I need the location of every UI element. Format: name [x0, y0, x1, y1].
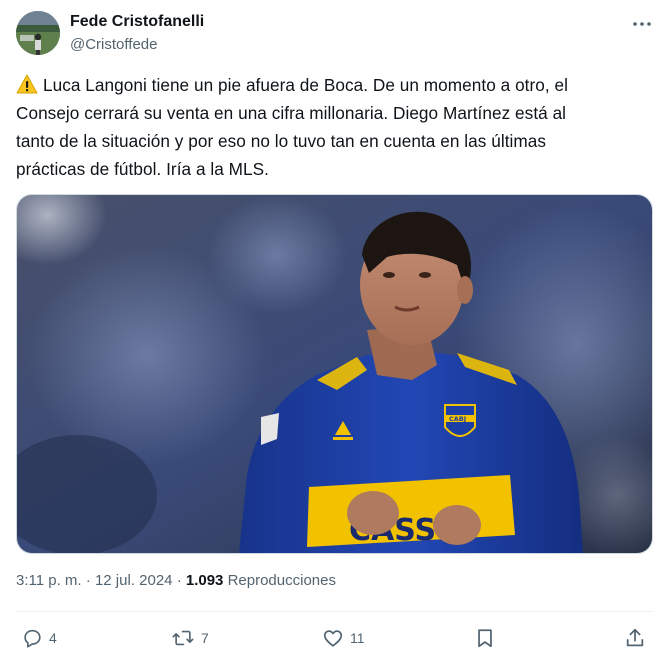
more-options-button[interactable] [628, 12, 656, 36]
reply-button[interactable]: 4 [21, 626, 57, 650]
author-avatar[interactable] [16, 11, 60, 55]
meta-separator: · [85, 572, 91, 589]
retweet-button[interactable]: 7 [171, 626, 209, 650]
tweet-photo[interactable]: CASSO CABJ [16, 194, 653, 554]
tweet-time[interactable]: 3:11 p. m. [16, 572, 82, 589]
avatar-image [16, 11, 60, 55]
retweet-icon [172, 630, 194, 646]
actions-divider [16, 611, 654, 612]
player-photo: CASSO CABJ [17, 195, 652, 553]
author-name[interactable]: Fede Cristofanelli [70, 12, 204, 32]
author-handle[interactable]: @Cristoffede [70, 35, 204, 55]
like-button[interactable]: 11 [322, 626, 365, 650]
views-label: Reproducciones [227, 572, 336, 589]
tweet-text-line: Luca Langoni tiene un pie afuera de Boca… [16, 71, 654, 99]
reply-icon [24, 629, 41, 648]
author-block: Fede Cristofanelli @Cristoffede [70, 12, 204, 55]
warning-icon [16, 74, 38, 94]
share-icon [626, 628, 644, 647]
heart-icon [323, 630, 343, 647]
share-button[interactable] [624, 626, 646, 650]
tweet-line-2: Consejo cerrará su venta en una cifra mi… [16, 103, 567, 123]
like-count: 11 [350, 630, 365, 646]
views-count: 1.093 [185, 572, 224, 589]
retweet-count: 7 [201, 630, 209, 646]
bookmark-button[interactable] [474, 626, 496, 650]
more-dots-icon [633, 22, 651, 26]
tweet-date[interactable]: 12 jul. 2024 [95, 572, 173, 589]
tweet-text: Luca Langoni tiene un pie afuera de Boca… [16, 71, 654, 183]
tweet-line-3: tanto de la situación y por eso no lo tu… [16, 131, 547, 151]
reply-count: 4 [49, 630, 57, 646]
tweet-meta: 3:11 p. m. · 12 jul. 2024 · 1.093 Reprod… [16, 571, 336, 591]
meta-separator-2: · [176, 572, 182, 589]
tweet-line-1: Luca Langoni tiene un pie afuera de Boca… [43, 75, 569, 95]
tweet-card: Fede Cristofanelli @Cristoffede Luca Lan… [0, 0, 667, 662]
svg-text:CABJ: CABJ [449, 415, 466, 423]
bookmark-icon [478, 629, 492, 648]
tweet-line-4: prácticas de fútbol. Iría a la MLS. [16, 159, 269, 179]
